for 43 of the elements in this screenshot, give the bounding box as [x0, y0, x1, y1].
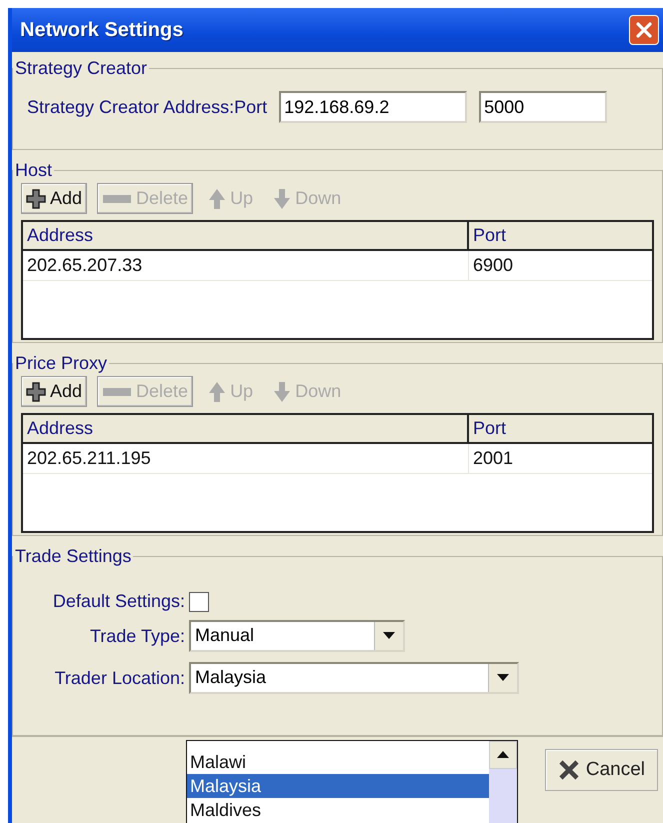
close-button[interactable]	[629, 15, 659, 45]
group-title: Trade Settings	[14, 546, 132, 567]
trade-type-label: Trade Type:	[88, 626, 186, 646]
column-header[interactable]: Address	[23, 222, 469, 249]
minus-icon	[102, 192, 132, 204]
column-header[interactable]: Port	[469, 222, 510, 249]
table-cell-text: 2001	[472, 447, 514, 470]
dropdown-option[interactable]: Maldives	[187, 798, 489, 822]
caret-icon	[497, 674, 509, 682]
dropdown-option[interactable]: Malawi	[187, 750, 489, 774]
down-arrow-icon	[273, 188, 292, 210]
up-arrow-icon	[208, 188, 226, 210]
default-settings-checkbox[interactable]	[189, 592, 209, 612]
table-cell: 202.65.207.33	[23, 251, 469, 280]
plus-icon	[26, 382, 46, 402]
minus-icon	[102, 386, 132, 398]
trade-type-dropdown[interactable]: Manual	[189, 620, 405, 652]
table-cell-text: 6900	[472, 254, 514, 277]
group-title: Host	[14, 160, 54, 181]
trader-location-dropdown[interactable]: Malaysia	[189, 662, 519, 694]
group-title: Strategy Creator	[14, 58, 148, 79]
plus-icon	[26, 188, 46, 208]
caret-icon	[383, 632, 395, 640]
address-port-label: Strategy Creator Address:Port	[27, 96, 268, 118]
scroll-up-icon	[497, 751, 509, 759]
table-cell: 202.65.211.195	[23, 444, 469, 473]
add-button[interactable]: Add	[21, 183, 88, 214]
column-header[interactable]: Address	[23, 415, 469, 442]
cancel-button[interactable]: Cancel	[544, 749, 658, 791]
trader-location-label: Trader Location:	[54, 668, 186, 688]
address-field[interactable]: 192.168.69.2	[279, 91, 468, 123]
default-settings-label: Default Settings:	[52, 591, 186, 612]
port-field[interactable]: 5000	[479, 91, 608, 123]
close-icon	[634, 20, 654, 40]
up-arrow-icon	[208, 380, 226, 402]
group-title: Price Proxy	[14, 353, 108, 374]
down-arrow-icon	[273, 380, 292, 402]
dropdown-option[interactable]: Malaysia	[187, 774, 489, 798]
cross-icon	[558, 759, 580, 781]
scrollbar[interactable]	[489, 741, 517, 823]
add-button[interactable]: Add	[21, 376, 88, 407]
window-title: Network Settings	[20, 18, 184, 42]
column-header[interactable]: Port	[469, 415, 510, 442]
